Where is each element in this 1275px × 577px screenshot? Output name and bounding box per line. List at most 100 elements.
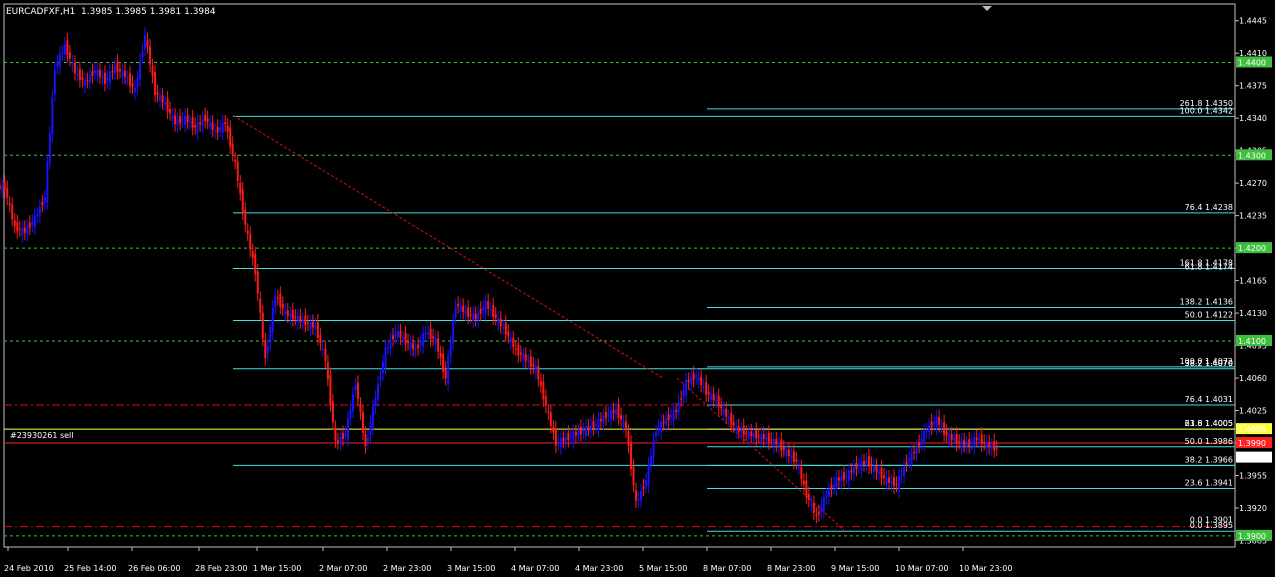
candle-body <box>389 339 392 349</box>
candle-body <box>890 481 893 485</box>
candle-body <box>41 202 44 206</box>
candle-body <box>169 108 172 114</box>
candle-body <box>108 71 111 84</box>
candle-body <box>23 227 26 233</box>
candle-body <box>364 434 367 447</box>
candle-body <box>382 361 385 374</box>
candle-body <box>351 394 354 412</box>
candle-body <box>241 189 244 213</box>
candle-body <box>695 375 698 378</box>
candle-body <box>822 497 825 512</box>
candle-body <box>477 312 480 321</box>
candle-body <box>635 490 638 501</box>
candle-body <box>216 126 219 133</box>
candle-body <box>407 340 410 344</box>
time-tick-label: 25 Feb 14:00 <box>64 564 116 573</box>
symbol-title: EURCADFXF,H1 1.3985 1.3985 1.3981 1.3984 <box>6 7 216 17</box>
candle-body <box>321 348 324 350</box>
candle-body <box>592 421 595 429</box>
candle-body <box>993 441 996 451</box>
candle-body <box>990 445 993 449</box>
candle-body <box>379 376 382 380</box>
candle-body <box>978 438 981 442</box>
candle-body <box>502 326 505 328</box>
candle-body <box>960 440 963 448</box>
scroll-marker-icon[interactable] <box>982 6 992 11</box>
candle-body <box>627 431 630 447</box>
candle-body <box>151 66 154 77</box>
candle-body <box>384 347 387 368</box>
candle-body <box>777 443 780 446</box>
time-tick-label: 24 Feb 2010 <box>4 564 54 573</box>
candle-body <box>584 426 587 436</box>
candle-body <box>68 52 71 59</box>
candle-body <box>687 379 690 383</box>
order-label[interactable]: #23930261 sell <box>10 431 74 440</box>
candle-body <box>141 51 144 57</box>
candle-body <box>865 460 868 466</box>
candle-body <box>935 417 938 428</box>
candles <box>0 27 998 524</box>
candle-body <box>908 458 911 462</box>
candle-body <box>366 437 369 443</box>
candle-body <box>452 320 455 344</box>
fib-label: 0.0 1.3895 <box>1190 521 1233 530</box>
time-tick-label: 28 Feb 23:00 <box>195 564 247 573</box>
time-tick-label: 4 Mar 07:00 <box>511 564 559 573</box>
candle-body <box>111 71 114 73</box>
candle-body <box>574 432 577 436</box>
candle-body <box>479 308 482 314</box>
candle-body <box>587 426 590 430</box>
candle-body <box>497 318 500 324</box>
candle-body <box>527 360 530 363</box>
price-chart[interactable]: 76.4 1.4238 50.0 1.4122 38.2 1.4070 23.6 1.… <box>0 0 1275 577</box>
candle-body <box>123 70 126 77</box>
candle-body <box>341 432 344 439</box>
candle-body <box>745 432 748 434</box>
candle-body <box>765 437 768 441</box>
candle-body <box>462 305 465 313</box>
candle-body <box>965 443 968 447</box>
time-tick-label: 26 Feb 06:00 <box>128 564 180 573</box>
candle-body <box>442 353 445 372</box>
candle-body <box>717 395 720 408</box>
time-tick-label: 10 Mar 23:00 <box>959 564 1012 573</box>
candle-body <box>940 426 943 428</box>
candle-body <box>985 442 988 449</box>
candle-body <box>244 209 247 225</box>
candle-body <box>309 321 312 330</box>
candle-body <box>850 470 853 473</box>
candle-body <box>885 477 888 484</box>
candle-body <box>11 204 14 220</box>
candle-body <box>888 477 891 483</box>
time-tick-label: 1 Mar 15:00 <box>253 564 301 573</box>
chart-window[interactable]: 76.4 1.4238 50.0 1.4122 38.2 1.4070 23.6 1.… <box>0 0 1275 577</box>
candle-body <box>539 380 542 386</box>
candle-body <box>286 310 289 316</box>
time-axis: 24 Feb 2010 25 Feb 14:00 26 Feb 06:00 28 Fe… <box>4 547 1012 573</box>
candle-body <box>672 410 675 421</box>
candle-body <box>579 427 582 435</box>
fib-label: 100.0 1.4342 <box>1180 106 1233 115</box>
candle-body <box>512 338 515 347</box>
candle-body <box>246 230 249 234</box>
candle-body <box>116 61 119 72</box>
candle-body <box>692 373 695 380</box>
candle-body <box>3 182 6 191</box>
price-axis: 1.44451.44101.43751.43401.43051.42701.42… <box>1235 17 1267 546</box>
candle-body <box>43 197 46 203</box>
candle-body <box>895 483 898 485</box>
candle-body <box>690 377 693 384</box>
candle-body <box>953 438 956 442</box>
candle-body <box>234 159 237 162</box>
candle-body <box>179 116 182 124</box>
candle-body <box>156 92 159 96</box>
price-tick-label: 1.4340 <box>1239 114 1267 123</box>
candle-body <box>392 335 395 340</box>
candle-body <box>499 318 502 327</box>
candle-body <box>559 437 562 448</box>
candle-body <box>647 464 650 486</box>
price-tick-label: 1.3920 <box>1239 504 1267 513</box>
candle-body <box>572 432 575 442</box>
candle-body <box>139 61 142 80</box>
